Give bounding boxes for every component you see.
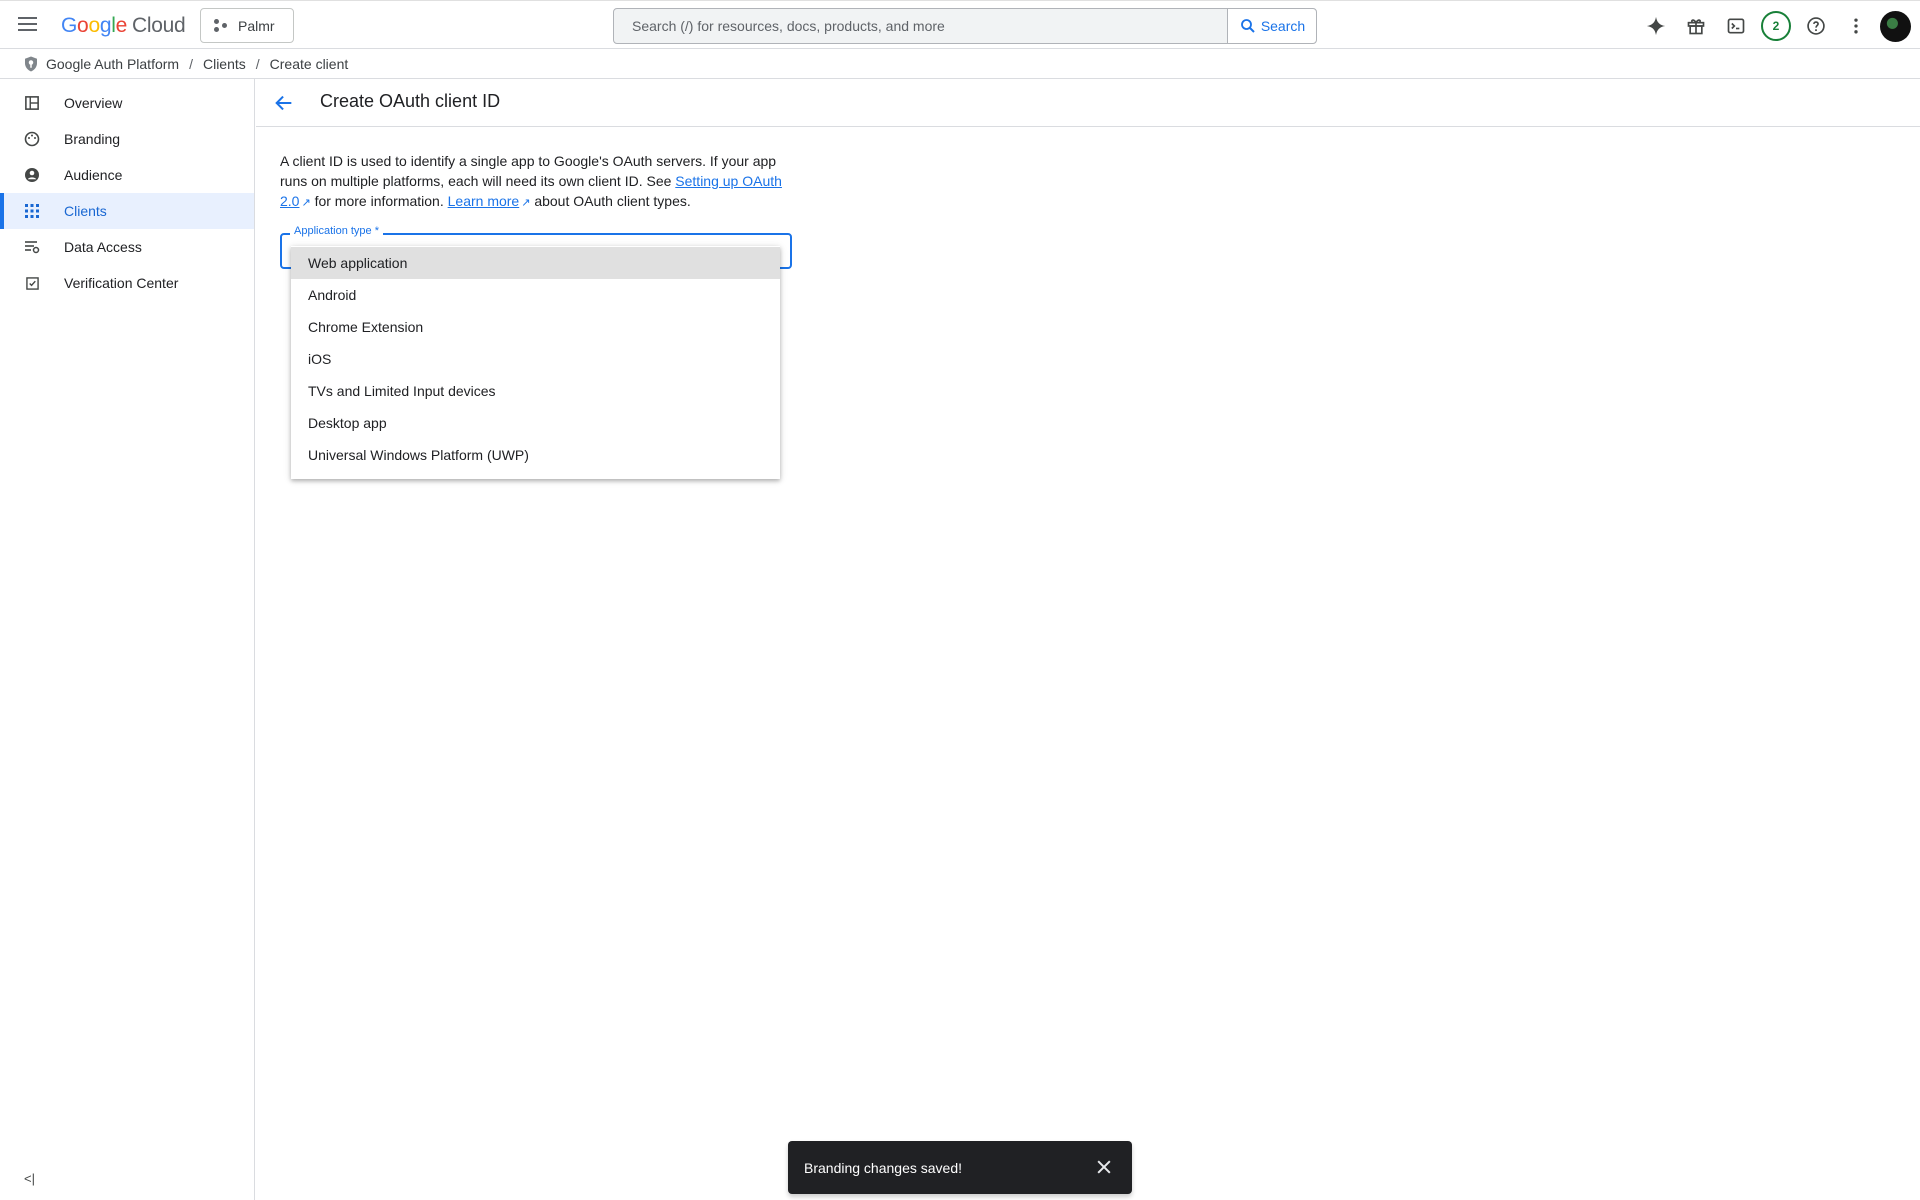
help-icon[interactable] bbox=[1803, 13, 1829, 39]
collapse-sidebar-icon[interactable]: <| bbox=[24, 1171, 35, 1186]
learn-more-link[interactable]: Learn more bbox=[448, 193, 520, 209]
verified-box-icon bbox=[24, 275, 40, 291]
description-text: A client ID is used to identify a single… bbox=[280, 153, 782, 209]
breadcrumb-google-auth-platform[interactable]: Google Auth Platform bbox=[46, 56, 179, 72]
data-settings-icon bbox=[24, 239, 40, 255]
application-type-label: Application type * bbox=[290, 225, 383, 237]
gemini-spark-icon[interactable] bbox=[1643, 13, 1669, 39]
search-button[interactable]: Search bbox=[1227, 9, 1316, 43]
external-link-icon: ↗ bbox=[301, 197, 311, 209]
search-input[interactable] bbox=[614, 9, 1228, 43]
top-app-bar: GoogleCloud Palmr Search 2 bbox=[0, 0, 1920, 49]
page-header: Create OAuth client ID bbox=[256, 79, 1920, 127]
sidebar-item-verification-center[interactable]: Verification Center bbox=[0, 265, 254, 301]
breadcrumb-separator: / bbox=[189, 56, 193, 72]
sidebar-item-clients[interactable]: Clients bbox=[0, 193, 254, 229]
project-icon bbox=[214, 18, 228, 33]
more-vert-icon[interactable] bbox=[1843, 13, 1869, 39]
apps-grid-icon bbox=[24, 203, 40, 219]
breadcrumb-create-client: Create client bbox=[269, 56, 349, 72]
shield-icon bbox=[25, 56, 37, 72]
snackbar-message: Branding changes saved! bbox=[804, 1159, 962, 1176]
page-title: Create OAuth client ID bbox=[320, 91, 501, 111]
gift-icon[interactable] bbox=[1683, 13, 1709, 39]
option-web-application[interactable]: Web application bbox=[291, 247, 780, 279]
account-avatar[interactable] bbox=[1880, 11, 1911, 42]
project-picker-button[interactable]: Palmr bbox=[200, 8, 294, 43]
application-type-dropdown: Web application Android Chrome Extension… bbox=[291, 246, 780, 479]
breadcrumb-clients[interactable]: Clients bbox=[203, 56, 246, 72]
google-cloud-logo[interactable]: Google Cloud bbox=[61, 14, 186, 38]
sidebar: Overview Branding Audience Clients Data … bbox=[0, 79, 255, 1200]
cloud-shell-icon[interactable] bbox=[1723, 13, 1749, 39]
option-chrome-extension[interactable]: Chrome Extension bbox=[291, 311, 780, 343]
option-android[interactable]: Android bbox=[291, 279, 780, 311]
option-uwp[interactable]: Universal Windows Platform (UWP) bbox=[291, 439, 780, 471]
search-bar: Search bbox=[613, 8, 1317, 44]
sidebar-item-overview[interactable]: Overview bbox=[0, 85, 254, 121]
project-name: Palmr bbox=[238, 17, 275, 34]
sidebar-item-data-access[interactable]: Data Access bbox=[0, 229, 254, 265]
option-ios[interactable]: iOS bbox=[291, 343, 780, 375]
menu-icon[interactable] bbox=[14, 13, 42, 37]
sidebar-item-branding[interactable]: Branding bbox=[0, 121, 254, 157]
option-desktop-app[interactable]: Desktop app bbox=[291, 407, 780, 439]
close-icon[interactable] bbox=[1094, 1157, 1114, 1177]
notifications-badge[interactable]: 2 bbox=[1761, 11, 1791, 41]
option-tvs-limited-input[interactable]: TVs and Limited Input devices bbox=[291, 375, 780, 407]
dashboard-icon bbox=[24, 95, 40, 111]
sidebar-item-audience[interactable]: Audience bbox=[0, 157, 254, 193]
palette-icon bbox=[24, 131, 40, 147]
back-arrow-icon[interactable] bbox=[273, 92, 297, 116]
account-circle-icon bbox=[24, 167, 40, 183]
breadcrumb-separator: / bbox=[255, 56, 260, 72]
breadcrumb: Google Auth Platform / Clients / Create … bbox=[22, 52, 348, 76]
snackbar: Branding changes saved! bbox=[788, 1141, 1132, 1194]
search-icon bbox=[1240, 19, 1255, 33]
